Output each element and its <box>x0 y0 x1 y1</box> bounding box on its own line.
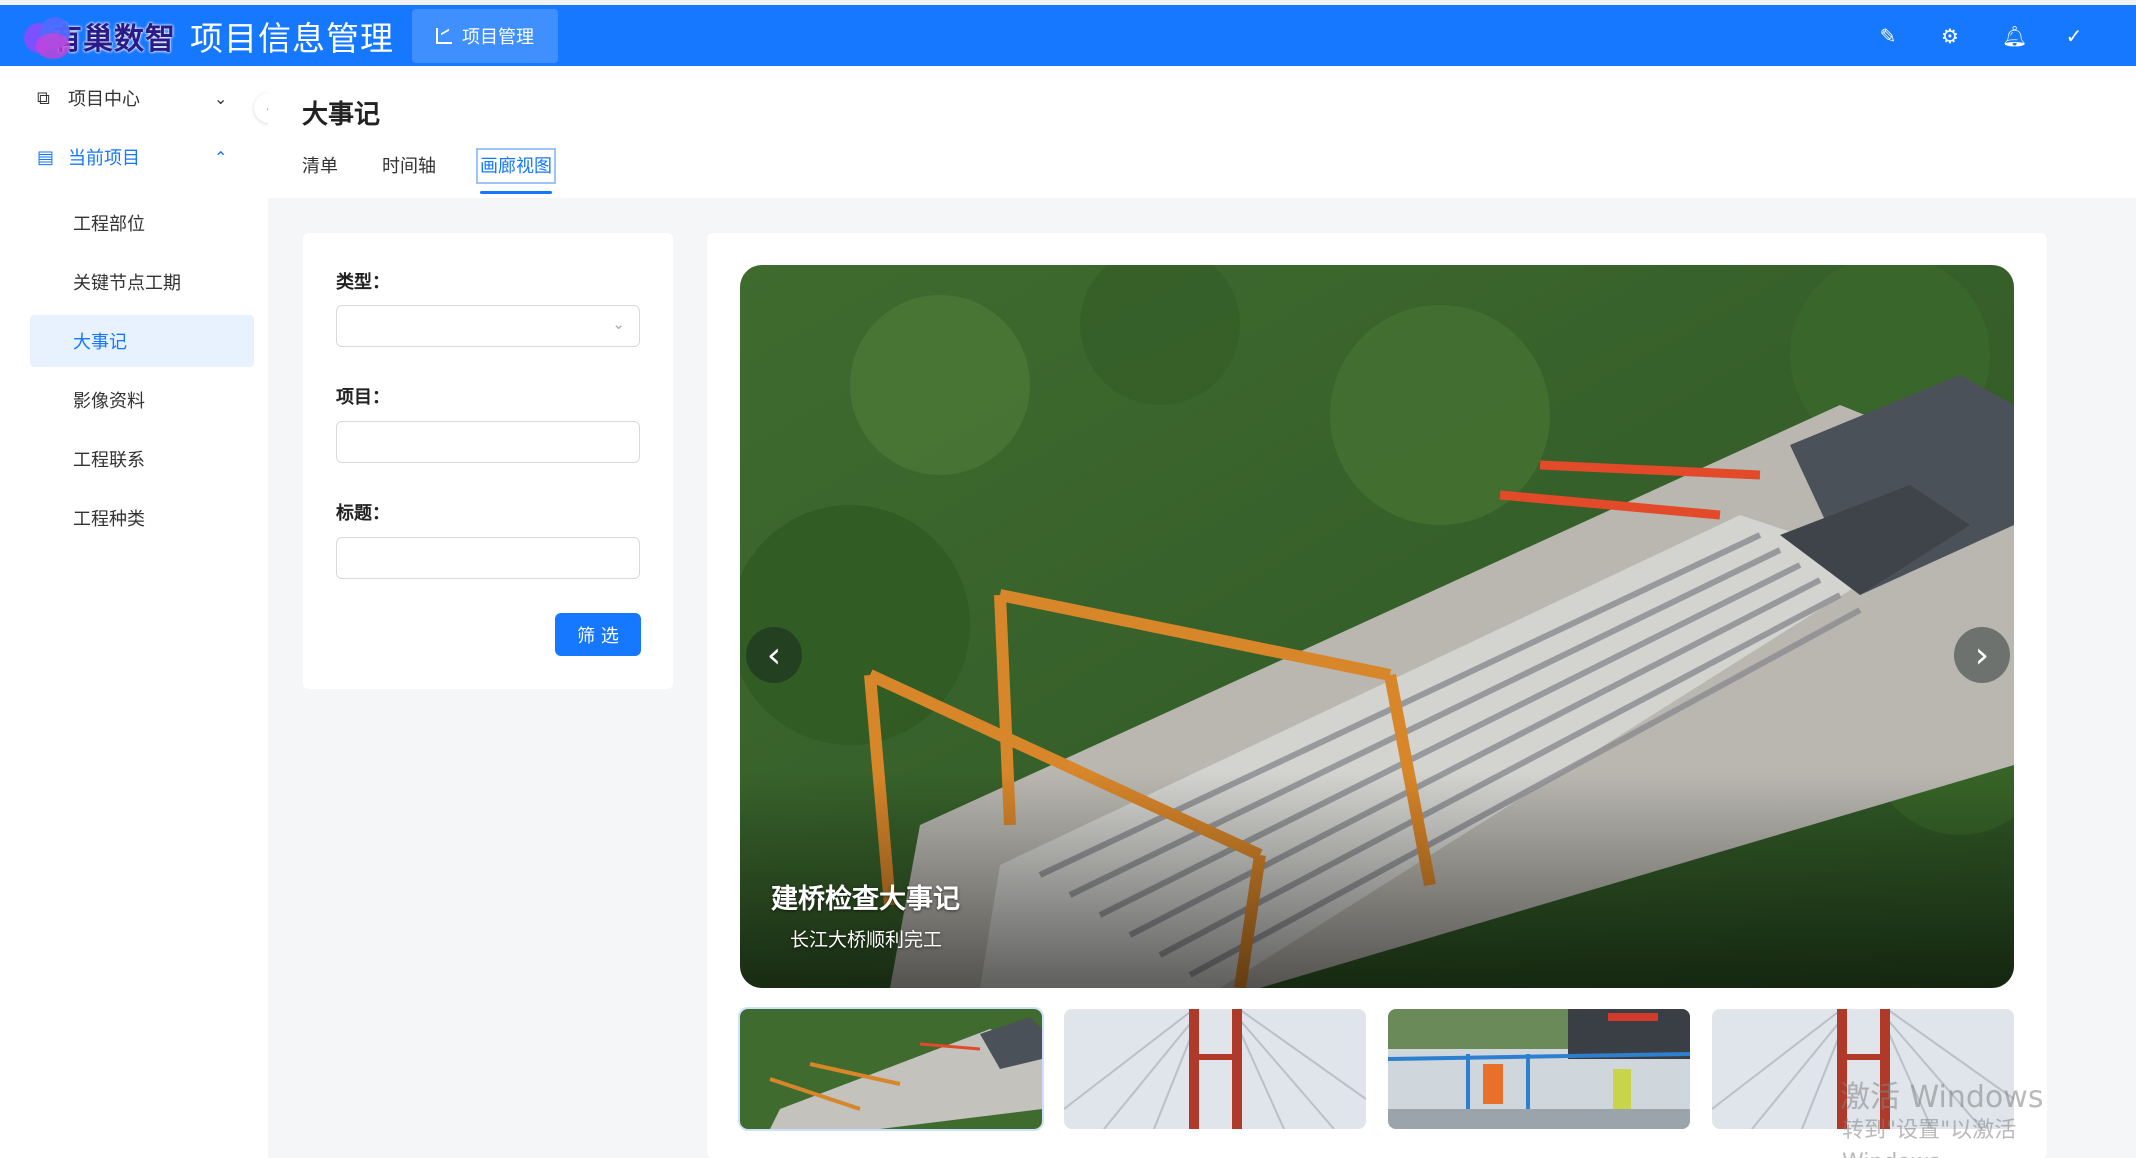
chart-icon <box>436 27 452 44</box>
filter-panel: 类型： ⌄ 项目： 标题： 筛 选 <box>303 233 673 689</box>
project-label: 项目： <box>336 387 390 408</box>
sidebar: ⧉ 项目中心 ⌄ ▤ 当前项目 ⌃ 工程部位 关键节点工期 大事记 影像资料 工… <box>0 66 268 1158</box>
app-title: 项目信息管理 <box>190 18 394 58</box>
page-header: 大事记 清单 时间轴 画廊视图 <box>268 66 2136 198</box>
module-tab-label: 项目管理 <box>462 26 534 48</box>
sidebar-item-major-events[interactable]: 大事记 <box>30 315 254 367</box>
tab-gallery[interactable]: 画廊视图 <box>476 148 556 194</box>
document-search-icon: ▤ <box>37 146 55 168</box>
windows-activation-hint: 转到"设置"以激活 Windows。 <box>1842 1118 2017 1158</box>
brand-logo-icon <box>22 11 82 61</box>
sidebar-item-contacts[interactable]: 工程联系 <box>30 433 254 485</box>
thumbnail-item[interactable] <box>1064 1009 1366 1129</box>
gallery-main-image: 建桥检查大事记 长江大桥顺利完工 ‹ › <box>740 265 2014 988</box>
pen-icon[interactable]: ✎ <box>1878 24 1898 48</box>
sidebar-group-project-center[interactable]: ⧉ 项目中心 ⌄ <box>0 74 268 122</box>
sidebar-item-media[interactable]: 影像资料 <box>30 374 254 426</box>
module-tab-project-management[interactable]: 项目管理 <box>412 8 558 63</box>
logo: 有巢数智 项目信息管理 <box>22 11 394 61</box>
chevron-right-icon: › <box>1974 634 1990 676</box>
sidebar-item-label: 工程联系 <box>73 450 145 471</box>
app-header: 有巢数智 项目信息管理 项目管理 ✎ ⚙ 🔔︎ ✓ <box>0 5 2136 66</box>
gallery-panel: 建桥检查大事记 长江大桥顺利完工 ‹ › <box>707 233 2047 1158</box>
sidebar-item-key-milestones[interactable]: 关键节点工期 <box>30 256 254 308</box>
chevron-up-icon: ⌃ <box>214 147 228 167</box>
thumbnail-strip <box>740 1009 2014 1131</box>
thumbnail-item[interactable] <box>1388 1009 1690 1129</box>
tab-list[interactable]: 清单 <box>302 152 338 194</box>
type-label: 类型： <box>336 272 390 293</box>
sidebar-item-engineering-parts[interactable]: 工程部位 <box>30 197 254 249</box>
bell-icon[interactable]: 🔔︎ <box>2002 24 2027 48</box>
page-title: 大事记 <box>302 100 381 130</box>
filter-button[interactable]: 筛 选 <box>555 613 641 656</box>
caption-title: 建桥检查大事记 <box>771 884 960 915</box>
thumbnail-item[interactable] <box>740 1009 1042 1129</box>
settings-icon[interactable]: ⚙ <box>1940 24 1960 48</box>
sidebar-item-label: 工程种类 <box>73 509 145 530</box>
sidebar-item-label: 关键节点工期 <box>73 273 181 294</box>
org-tree-icon: ⧉ <box>37 87 50 109</box>
sidebar-group-current-project[interactable]: ▤ 当前项目 ⌃ <box>0 133 268 181</box>
chevron-down-icon: ⌄ <box>612 315 625 333</box>
sidebar-group-label: 项目中心 <box>68 89 140 110</box>
caption-subtitle: 长江大桥顺利完工 <box>790 929 943 951</box>
chevron-down-icon: ⌄ <box>214 88 228 108</box>
windows-activation-watermark: 激活 Windows <box>1840 1080 2044 1115</box>
next-slide-button[interactable]: › <box>1954 627 2010 683</box>
sidebar-item-label: 工程部位 <box>73 214 145 235</box>
sidebar-group-label: 当前项目 <box>68 148 140 169</box>
type-select[interactable]: ⌄ <box>336 305 640 347</box>
header-actions: ✎ ⚙ 🔔︎ ✓ <box>1878 5 2084 66</box>
project-input[interactable] <box>336 421 640 463</box>
view-tabs: 清单 时间轴 画廊视图 <box>302 148 596 194</box>
sidebar-item-categories[interactable]: 工程种类 <box>30 492 254 544</box>
tab-timeline[interactable]: 时间轴 <box>382 152 436 194</box>
title-input[interactable] <box>336 537 640 579</box>
check-circle-icon[interactable]: ✓ <box>2064 24 2084 48</box>
sidebar-item-label: 影像资料 <box>73 391 145 412</box>
prev-slide-button[interactable]: ‹ <box>746 627 802 683</box>
chevron-left-icon: ‹ <box>766 634 782 676</box>
title-label: 标题： <box>336 503 390 524</box>
sidebar-item-label: 大事记 <box>73 332 127 353</box>
